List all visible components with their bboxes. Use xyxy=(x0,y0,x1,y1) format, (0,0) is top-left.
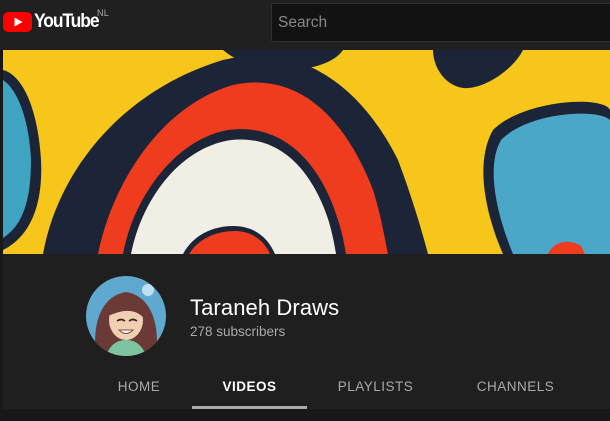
banner-artwork xyxy=(3,50,610,254)
youtube-play-icon xyxy=(3,12,32,32)
tab-videos-label: VIDEOS xyxy=(222,378,277,394)
logo-text: YouTube xyxy=(34,11,100,32)
subscriber-count: 278 subscribers xyxy=(190,324,286,339)
tab-channels[interactable]: CHANNELS xyxy=(463,363,568,409)
search-box[interactable] xyxy=(271,3,610,42)
country-code: NL xyxy=(97,8,109,18)
avatar-illustration xyxy=(86,276,166,356)
channel-avatar[interactable] xyxy=(86,276,166,356)
youtube-logo[interactable]: YouTube xyxy=(3,10,104,34)
content-area xyxy=(3,409,610,421)
channel-banner xyxy=(3,50,610,254)
tab-playlists[interactable]: PLAYLISTS xyxy=(323,363,428,409)
masthead: YouTube NL xyxy=(0,0,610,50)
channel-name: Taraneh Draws xyxy=(190,295,340,320)
search-input[interactable] xyxy=(272,4,610,41)
tab-home[interactable]: HOME xyxy=(103,363,175,409)
tab-videos[interactable]: VIDEOS xyxy=(192,363,307,409)
channel-header: Taraneh Draws 278 subscribers HOME VIDEO… xyxy=(3,254,610,409)
channel-tabs: HOME VIDEOS PLAYLISTS CHANNELS xyxy=(3,363,610,409)
